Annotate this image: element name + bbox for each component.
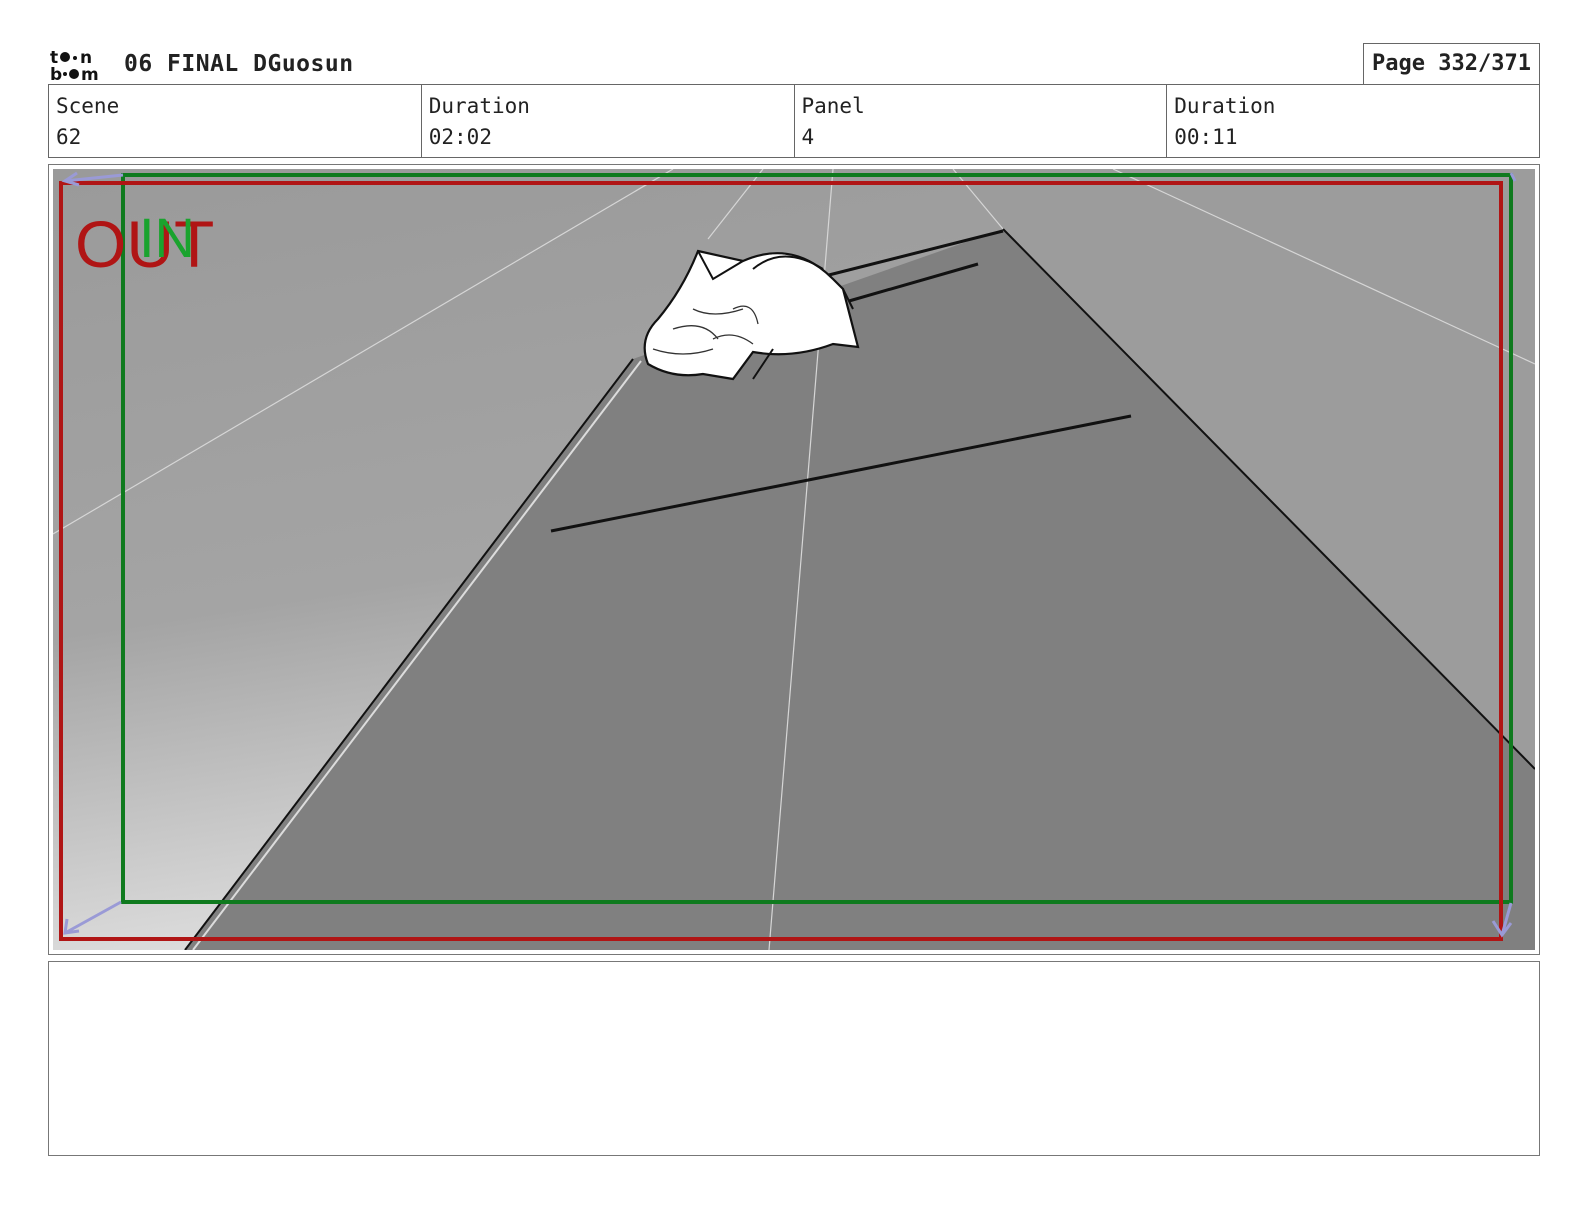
scene-cell: Scene 62: [49, 85, 422, 157]
panel-notes: [48, 961, 1540, 1156]
in-label: IN: [139, 206, 195, 269]
svg-text:m: m: [81, 65, 99, 83]
scene-value: 62: [56, 125, 82, 149]
panel-label: Panel: [801, 94, 865, 118]
svg-text:b: b: [50, 65, 62, 83]
panel-cell: Panel 4: [795, 85, 1168, 157]
panel-duration-cell: Duration 00:11: [1167, 85, 1539, 157]
scene-duration-label: Duration: [428, 94, 530, 118]
scene-info-table: Scene 62 Duration 02:02 Panel 4 Duration…: [48, 84, 1540, 158]
scene-label: Scene: [56, 94, 120, 118]
panel-value: 4: [801, 125, 815, 149]
panel-drawing: OUT IN: [53, 169, 1535, 950]
document-title: 06 FINAL DGuosun: [124, 51, 354, 77]
page-header: t n b m 06 FINAL DGuosun Page 332/371: [48, 43, 1540, 85]
panel-duration-label: Duration: [1174, 94, 1276, 118]
scene-duration-value: 02:02: [428, 125, 492, 149]
panel-duration-value: 00:11: [1174, 125, 1238, 149]
toon-boom-logo: t n b m: [50, 48, 99, 83]
scene-duration-cell: Duration 02:02: [422, 85, 795, 157]
page-number: Page 332/371: [1363, 43, 1540, 85]
storyboard-panel: OUT IN: [48, 164, 1540, 955]
